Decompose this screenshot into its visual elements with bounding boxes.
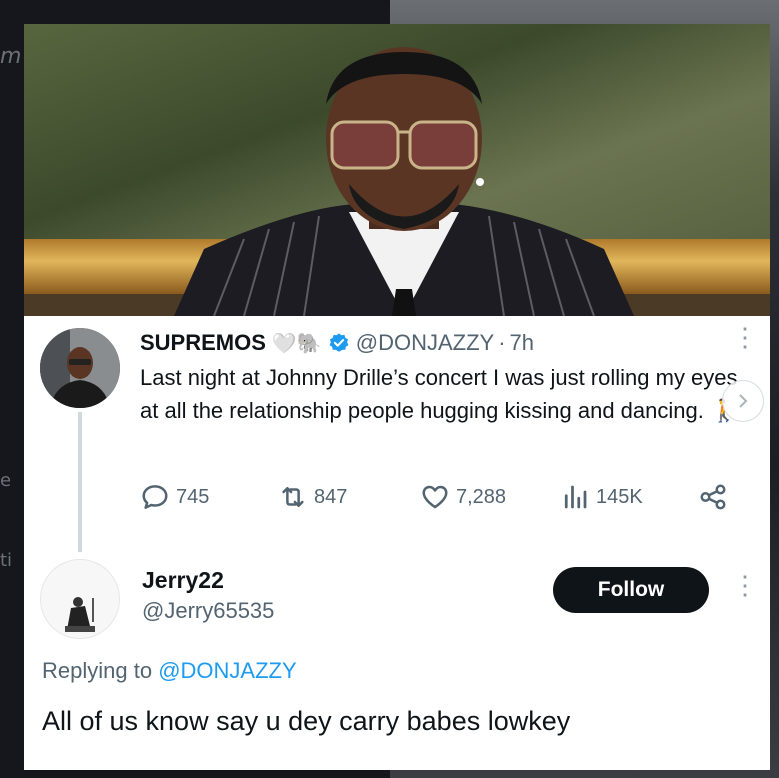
share-icon	[700, 484, 726, 510]
tweet-body: Last night at Johnny Drille’s concert I …	[140, 365, 738, 423]
retweet-count: 847	[314, 485, 348, 508]
background-glyph: ti	[0, 550, 13, 571]
reply-more-icon[interactable]: ⋮	[732, 572, 758, 598]
retweet-button[interactable]: 847	[278, 482, 347, 512]
share-button[interactable]	[698, 482, 728, 512]
like-count: 7,288	[456, 485, 507, 508]
views-icon	[564, 485, 587, 509]
reply-icon	[142, 485, 168, 509]
reply-display-name[interactable]: Jerry22	[142, 567, 224, 594]
reply-text: All of us know say u dey carry babes low…	[42, 706, 571, 736]
avatar[interactable]	[40, 328, 120, 408]
background-glyph: m	[0, 44, 22, 69]
reply-avatar[interactable]	[40, 559, 120, 639]
name-emojis: 🤍🐘	[271, 331, 322, 355]
background-glyph: e	[0, 470, 12, 491]
more-icon[interactable]: ⋮	[732, 324, 758, 350]
reply-avatar-image	[41, 560, 119, 638]
scroll-arrow-button[interactable]	[722, 380, 764, 422]
reply-button[interactable]: 745	[140, 482, 209, 512]
replying-prefix: Replying to	[42, 658, 153, 683]
chevron-right-icon	[739, 394, 748, 408]
tweet-card: SUPREMOS 🤍🐘 @DONJAZZY · 7h ⋮ Last night …	[24, 24, 770, 770]
tweet-actions: 745 847 7,288 145K	[24, 482, 770, 512]
reply-handle[interactable]: @Jerry65535	[142, 598, 274, 624]
timestamp[interactable]: 7h	[510, 330, 534, 356]
tweet-text: Last night at Johnny Drille’s concert I …	[140, 361, 750, 428]
person-photo	[174, 47, 634, 316]
avatar-image	[40, 328, 120, 408]
view-count: 145K	[596, 485, 643, 508]
views-button[interactable]: 145K	[560, 482, 643, 512]
replying-mention[interactable]: @DONJAZZY	[158, 658, 296, 683]
verified-icon	[329, 333, 349, 352]
retweet-icon	[282, 487, 304, 507]
tweet-photo[interactable]	[24, 24, 770, 316]
like-button[interactable]: 7,288	[420, 482, 506, 512]
tweet-header: SUPREMOS 🤍🐘 @DONJAZZY · 7h	[140, 327, 534, 359]
handle[interactable]: @DONJAZZY	[356, 330, 494, 356]
separator: ·	[498, 330, 506, 355]
like-icon	[422, 485, 448, 509]
reply-count: 745	[176, 485, 210, 508]
replying-to: Replying to @DONJAZZY	[42, 658, 297, 684]
follow-button[interactable]: Follow	[553, 567, 709, 613]
display-name[interactable]: SUPREMOS	[140, 330, 266, 356]
